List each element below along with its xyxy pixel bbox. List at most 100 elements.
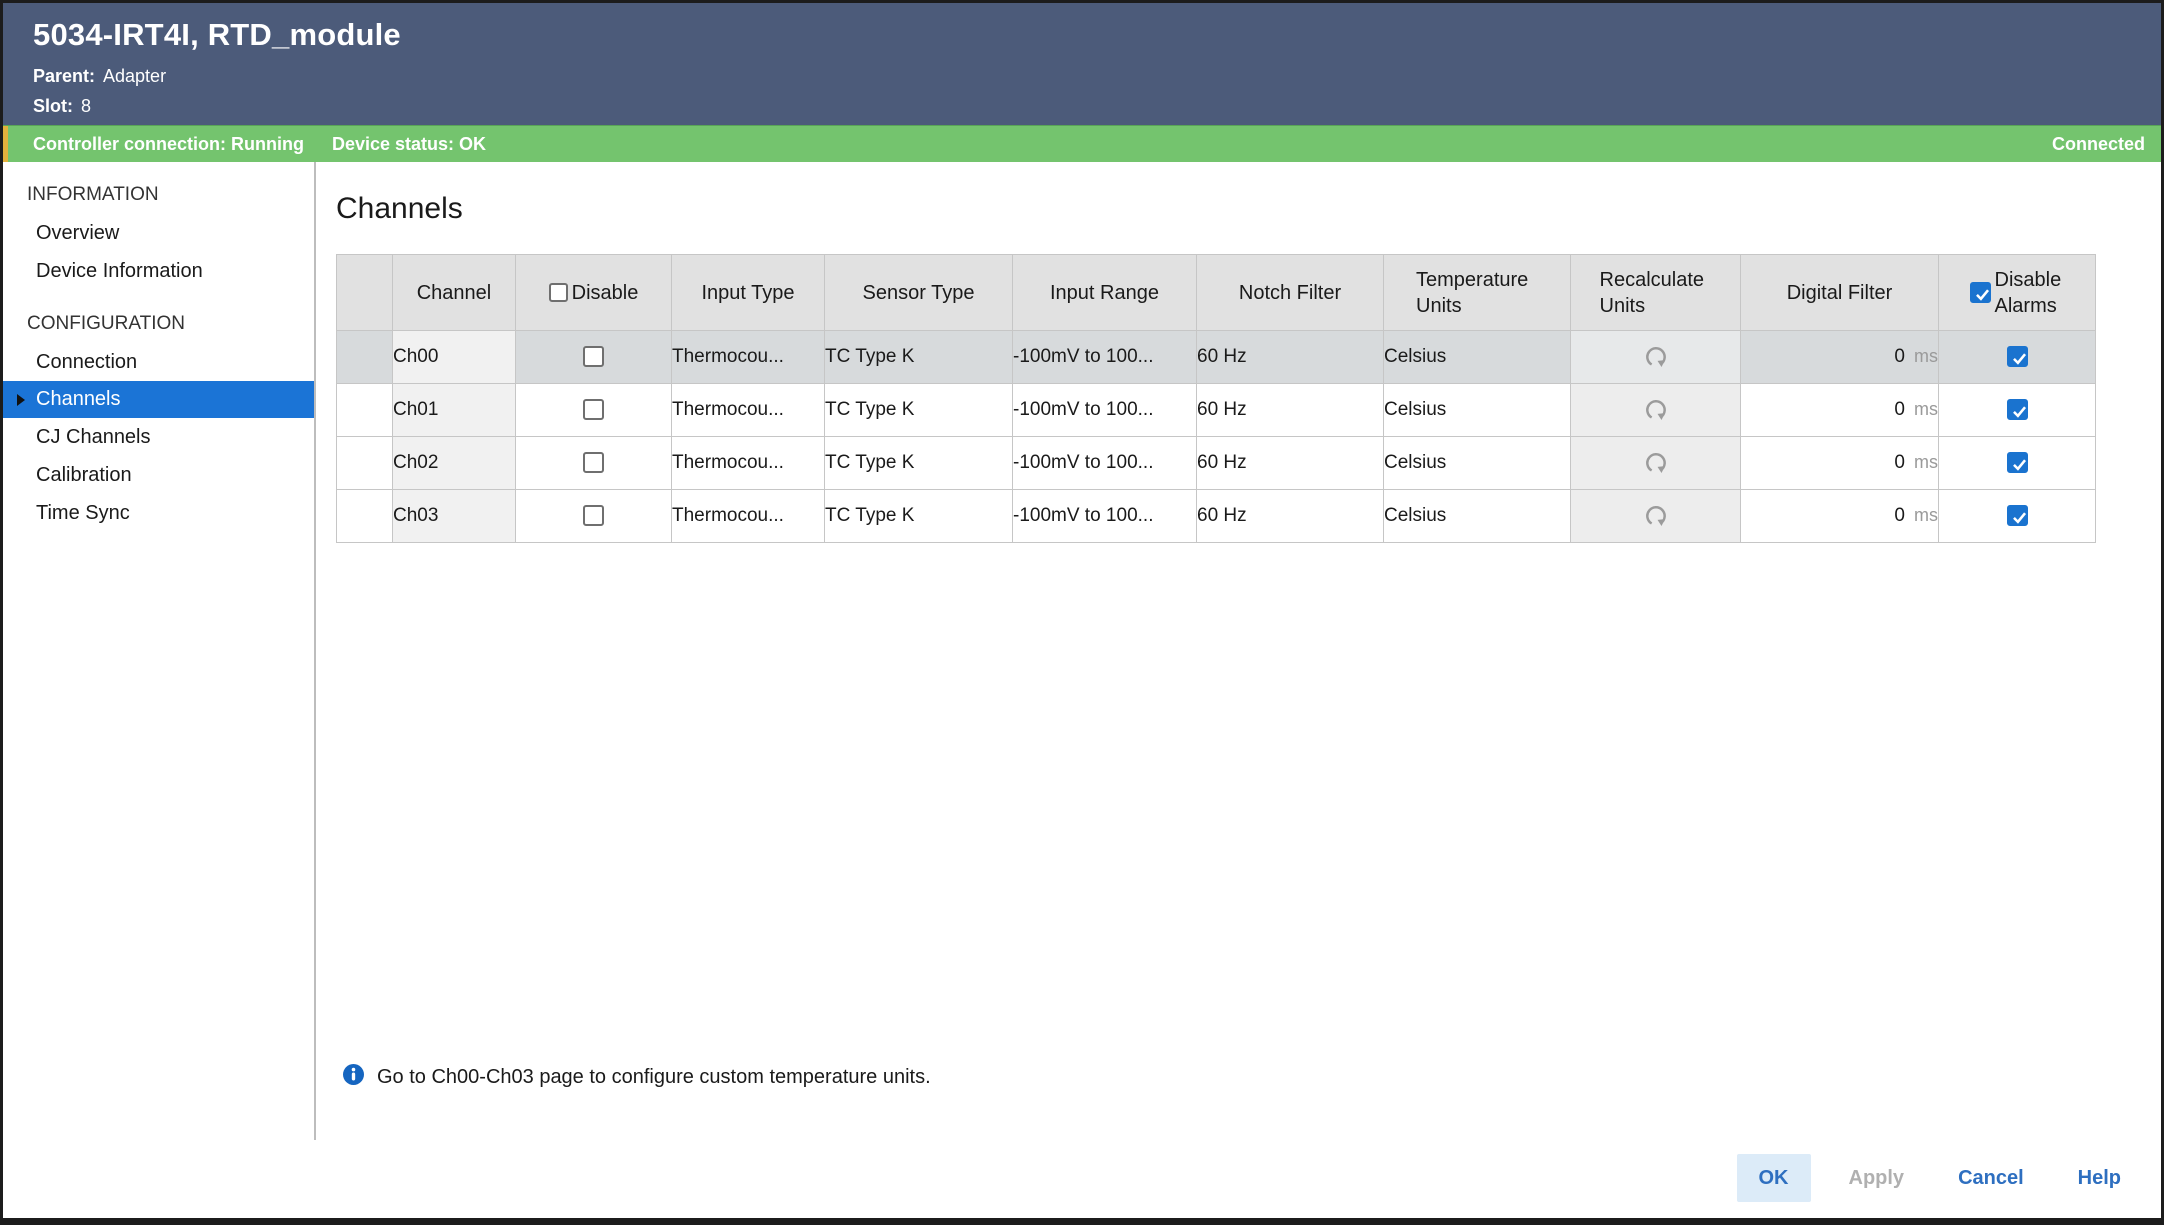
sidebar-item-time-sync[interactable]: Time Sync: [3, 494, 314, 532]
disable-alarms-checkbox[interactable]: [2007, 346, 2028, 367]
sidebar-item-device-information[interactable]: Device Information: [3, 252, 314, 290]
disable-alarms-cell[interactable]: [1939, 437, 2096, 490]
refresh-icon[interactable]: [1643, 452, 1669, 473]
connected-status: Connected: [2052, 126, 2145, 162]
disable-alarms-cell[interactable]: [1939, 490, 2096, 543]
digital-filter-unit: ms: [1914, 505, 1938, 525]
input-range-cell[interactable]: -100mV to 100...: [1013, 384, 1197, 437]
disable-checkbox[interactable]: [583, 452, 604, 473]
sidebar-item-channels[interactable]: Channels: [3, 381, 314, 418]
cancel-button[interactable]: Cancel: [1942, 1154, 2040, 1202]
disable-cell[interactable]: [516, 437, 672, 490]
help-button[interactable]: Help: [2062, 1154, 2137, 1202]
row-selector-cell[interactable]: [337, 331, 393, 384]
sensor-type-cell[interactable]: TC Type K: [825, 437, 1013, 490]
sensor-type-cell[interactable]: TC Type K: [825, 384, 1013, 437]
header-sensor-type: Sensor Type: [825, 255, 1013, 331]
input-range-cell[interactable]: -100mV to 100...: [1013, 490, 1197, 543]
disable-cell[interactable]: [516, 331, 672, 384]
refresh-icon[interactable]: [1643, 505, 1669, 526]
row-selector-cell[interactable]: [337, 437, 393, 490]
header-disable-alarms: Disable Alarms: [1939, 255, 2096, 331]
disable-alarms-cell[interactable]: [1939, 331, 2096, 384]
parent-row: Parent:Adapter: [33, 65, 2161, 87]
sidebar-item-overview[interactable]: Overview: [3, 214, 314, 252]
digital-filter-cell[interactable]: 0 ms: [1741, 490, 1939, 543]
row-selector-cell[interactable]: [337, 384, 393, 437]
header-row-select: [337, 255, 393, 331]
disable-cell[interactable]: [516, 490, 672, 543]
input-range-cell[interactable]: -100mV to 100...: [1013, 437, 1197, 490]
digital-filter-value[interactable]: 0: [1894, 505, 1905, 526]
notch-filter-cell[interactable]: 60 Hz: [1197, 490, 1384, 543]
disable-checkbox[interactable]: [583, 346, 604, 367]
channels-table: Channel Disable Input Type Sensor Type I…: [336, 254, 2096, 543]
header-temperature-units: Temperature Units: [1384, 255, 1571, 331]
input-type-cell[interactable]: Thermocou...: [672, 331, 825, 384]
disable-alarms-checkbox[interactable]: [2007, 399, 2028, 420]
channel-cell: Ch01: [393, 384, 516, 437]
disable-all-checkbox[interactable]: [549, 283, 568, 302]
refresh-icon[interactable]: [1643, 346, 1669, 367]
digital-filter-value[interactable]: 0: [1894, 452, 1905, 473]
recalculate-units-cell[interactable]: [1571, 437, 1741, 490]
channel-cell: Ch02: [393, 437, 516, 490]
disable-cell[interactable]: [516, 384, 672, 437]
slot-value: 8: [81, 96, 91, 116]
digital-filter-unit: ms: [1914, 346, 1938, 366]
channel-cell: Ch03: [393, 490, 516, 543]
digital-filter-value[interactable]: 0: [1894, 346, 1905, 367]
status-stripe: [3, 126, 8, 162]
info-note-text: Go to Ch00-Ch03 page to configure custom…: [377, 1066, 931, 1089]
temperature-units-cell[interactable]: Celsius: [1384, 490, 1571, 543]
ok-button[interactable]: OK: [1737, 1154, 1811, 1202]
sensor-type-cell[interactable]: TC Type K: [825, 490, 1013, 543]
selected-item-arrow-icon: [17, 394, 25, 406]
input-range-cell[interactable]: -100mV to 100...: [1013, 331, 1197, 384]
channel-cell: Ch00: [393, 331, 516, 384]
header-channel: Channel: [393, 255, 516, 331]
header-input-type: Input Type: [672, 255, 825, 331]
info-icon: [343, 1064, 364, 1090]
page-title: Channels: [336, 192, 2161, 226]
notch-filter-cell[interactable]: 60 Hz: [1197, 331, 1384, 384]
sidebar-section-information: INFORMATION: [3, 176, 314, 214]
disable-checkbox[interactable]: [583, 505, 604, 526]
refresh-icon[interactable]: [1643, 399, 1669, 420]
input-type-cell[interactable]: Thermocou...: [672, 384, 825, 437]
disable-alarms-all-checkbox[interactable]: [1970, 282, 1991, 303]
temperature-units-cell[interactable]: Celsius: [1384, 384, 1571, 437]
disable-alarms-checkbox[interactable]: [2007, 452, 2028, 473]
digital-filter-cell[interactable]: 0ms: [1741, 384, 1939, 437]
digital-filter-cell[interactable]: 0 ms: [1741, 331, 1939, 384]
row-selector-cell[interactable]: [337, 490, 393, 543]
status-bar: Controller connection: Running Device st…: [3, 125, 2161, 162]
disable-alarms-checkbox[interactable]: [2007, 505, 2028, 526]
recalculate-units-cell[interactable]: [1571, 331, 1741, 384]
device-status: Device status: OK: [332, 134, 486, 155]
header-disable-label: Disable: [572, 280, 639, 306]
sidebar-nav: INFORMATION Overview Device Information …: [3, 162, 314, 1221]
temperature-units-cell[interactable]: Celsius: [1384, 437, 1571, 490]
header-notch-filter: Notch Filter: [1197, 255, 1384, 331]
input-type-cell[interactable]: Thermocou...: [672, 437, 825, 490]
sidebar-item-calibration[interactable]: Calibration: [3, 456, 314, 494]
sidebar-item-connection[interactable]: Connection: [3, 343, 314, 381]
recalculate-units-cell[interactable]: [1571, 384, 1741, 437]
sensor-type-cell[interactable]: TC Type K: [825, 331, 1013, 384]
temperature-units-cell[interactable]: Celsius: [1384, 331, 1571, 384]
slot-label: Slot:: [33, 96, 73, 116]
disable-checkbox[interactable]: [583, 399, 604, 420]
header-disable-alarms-label: Disable Alarms: [1995, 267, 2065, 319]
sidebar-section-configuration: CONFIGURATION: [3, 305, 314, 343]
slot-row: Slot: 8: [33, 95, 2161, 117]
disable-alarms-cell[interactable]: [1939, 384, 2096, 437]
notch-filter-cell[interactable]: 60 Hz: [1197, 384, 1384, 437]
digital-filter-value[interactable]: 0: [1894, 399, 1905, 420]
recalculate-units-cell[interactable]: [1571, 490, 1741, 543]
notch-filter-cell[interactable]: 60 Hz: [1197, 437, 1384, 490]
table-row-ch01: Ch01 Thermocou... TC Type K -100mV to 10…: [337, 384, 2096, 437]
digital-filter-cell[interactable]: 0ms: [1741, 437, 1939, 490]
input-type-cell[interactable]: Thermocou...: [672, 490, 825, 543]
sidebar-item-cj-channels[interactable]: CJ Channels: [3, 418, 314, 456]
